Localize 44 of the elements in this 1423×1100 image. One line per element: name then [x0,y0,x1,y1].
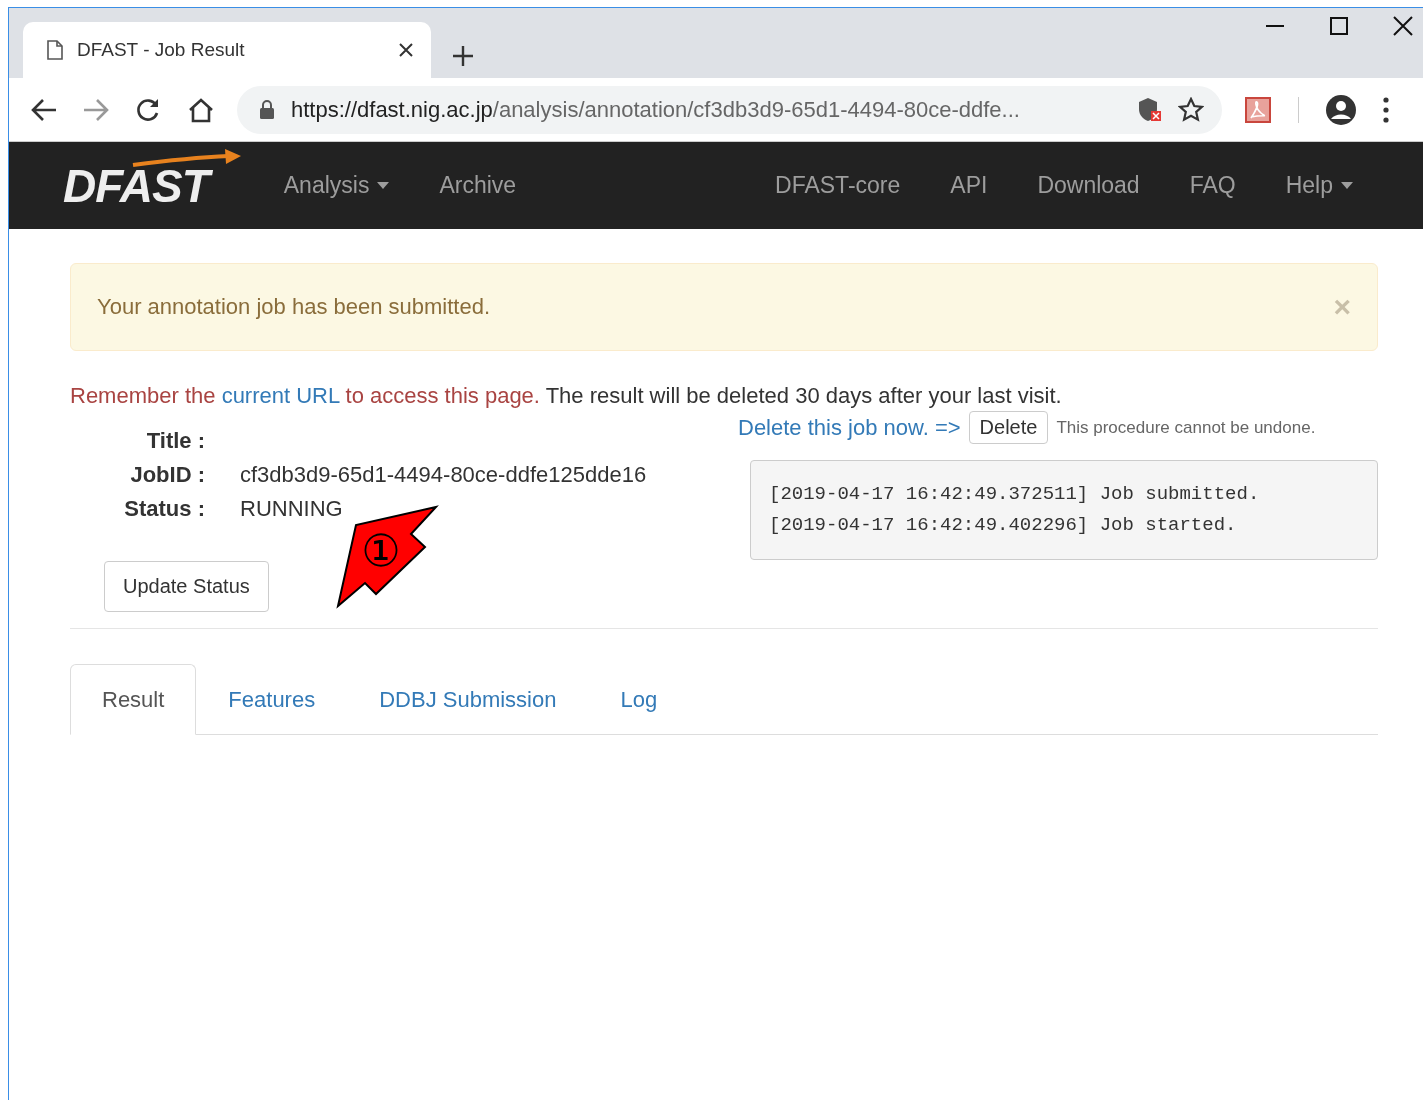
field-label: JobID : [129,461,205,489]
pdf-icon[interactable] [1244,95,1272,124]
log-box: [2019-04-17 16:42:49.372511] Job submitted. [2019-04-17 16:42:49.402296] Job started. [750,460,1378,560]
tab[interactable]: Log [588,664,690,735]
notice-text: Remember the current URL to access this page. The result will be deleted 30 days after your last visit. [70,382,1063,410]
tab[interactable]: DDBJ Submission [347,664,589,735]
update-status-button[interactable]: Update Status [104,561,269,612]
warning-text: This procedure cannot be undone. [1056,417,1316,438]
alert-message: Your annotation job has been submitted. [97,294,491,320]
callout-number: ① [361,525,401,576]
field-value: RUNNING [240,495,344,523]
tab-title: DFAST - Job Result [77,39,246,61]
close-icon[interactable] [1393,16,1413,36]
url-link[interactable]: current URL [221,383,340,408]
tab[interactable]: Features [196,664,348,735]
home-icon[interactable] [187,96,215,123]
profile-icon[interactable] [1325,93,1357,126]
arrow-icon [131,147,243,168]
back-icon[interactable] [31,97,57,122]
nav-link[interactable]: Archive [414,172,542,199]
site-logo[interactable]: DFAST [61,157,219,214]
page-icon [47,40,63,60]
nav-link[interactable]: FAQ [1164,172,1261,199]
field-label: Title : [145,427,205,455]
nav-link[interactable]: Analysis [258,172,415,199]
close-icon[interactable] [399,43,413,57]
forward-icon[interactable] [83,97,109,122]
maximize-icon[interactable] [1329,16,1349,36]
nav-link[interactable]: API [925,172,1013,199]
star-icon[interactable] [1178,96,1204,123]
reload-icon[interactable] [135,96,161,123]
shield-icon[interactable] [1138,96,1162,123]
nav-link[interactable]: DFAST-core [750,172,926,199]
nav-link[interactable]: Download [1012,172,1165,199]
browser-tab[interactable]: DFAST - Job Result [23,22,431,78]
more-icon[interactable] [1383,96,1389,123]
lock-icon [259,99,275,120]
new-tab-icon[interactable] [453,46,473,66]
delete-button[interactable]: Delete [968,411,1049,444]
delete-prompt: Delete this job now. => [738,414,961,441]
field-label: Status : [123,495,205,523]
tab[interactable]: Result [70,664,197,735]
nav-link[interactable]: Help [1260,172,1378,199]
field-value: cf3db3d9-65d1-4494-80ce-ddfe125dde16 [240,461,648,489]
